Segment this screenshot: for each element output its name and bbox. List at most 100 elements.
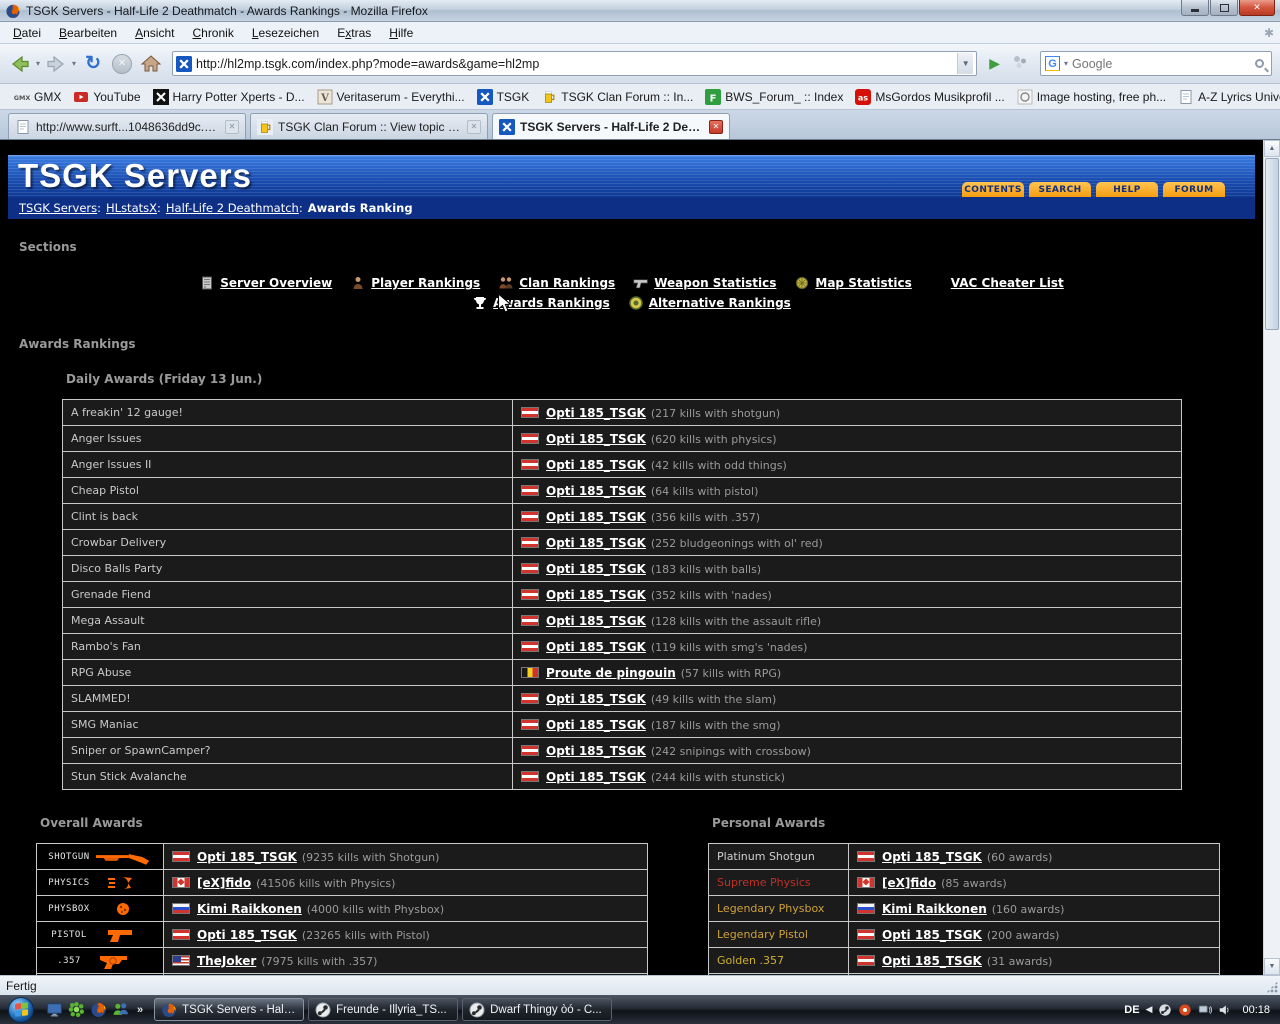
bookmark-item[interactable]: Image hosting, free ph... xyxy=(1011,87,1172,107)
player-link[interactable]: [eX]fido xyxy=(197,876,251,890)
browser-tab[interactable]: TSGK Clan Forum :: View topic - Pe... ✕ xyxy=(250,113,488,139)
browser-tab[interactable]: TSGK Servers - Half-Life 2 Death... ✕ xyxy=(492,113,730,139)
player-link[interactable]: Opti 185_TSGK xyxy=(546,510,646,524)
taskbar-clock[interactable]: 00:18 xyxy=(1242,1004,1270,1016)
network-tray-icon[interactable] xyxy=(1198,1003,1212,1017)
people-icon[interactable] xyxy=(112,1001,129,1018)
tab-close-icon[interactable]: ✕ xyxy=(467,120,481,134)
breadcrumb-item[interactable]: Awards Ranking xyxy=(308,201,418,215)
alert-tray-icon[interactable] xyxy=(1178,1003,1192,1017)
player-link[interactable]: Opti 185_TSGK xyxy=(197,928,297,942)
quicklaunch-overflow-chevron[interactable]: » xyxy=(134,1004,146,1016)
player-link[interactable]: Kimi Raikkonen xyxy=(197,902,302,916)
section-link[interactable]: Awards Rankings xyxy=(472,295,610,311)
tray-collapse-chevron-icon[interactable]: ◀ xyxy=(1146,1004,1153,1015)
player-link[interactable]: Opti 185_TSGK xyxy=(546,588,646,602)
url-dropdown-icon[interactable]: ▼ xyxy=(957,53,973,74)
player-link[interactable]: Opti 185_TSGK xyxy=(546,562,646,576)
search-engine-dropdown-icon[interactable]: ▾ xyxy=(1063,59,1069,68)
stop-button[interactable]: ✕ xyxy=(109,51,135,77)
volume-tray-icon[interactable] xyxy=(1218,1003,1232,1017)
player-link[interactable]: Opti 185_TSGK xyxy=(546,458,646,472)
bookmark-item[interactable]: as MsGordos Musikprofil ... xyxy=(849,87,1010,107)
bookmark-item[interactable]: YouTube xyxy=(67,87,146,107)
maximize-button[interactable] xyxy=(1210,0,1238,16)
steam-tray-icon[interactable] xyxy=(1158,1003,1172,1017)
player-link[interactable]: Opti 185_TSGK xyxy=(546,406,646,420)
menu-item[interactable]: Extras xyxy=(328,23,380,43)
section-link[interactable]: Alternative Rankings xyxy=(628,295,791,311)
menu-item[interactable]: Hilfe xyxy=(380,23,422,43)
tab-close-icon[interactable]: ✕ xyxy=(709,120,723,134)
taskbar-button[interactable]: Dwarf Thingy òó - C... xyxy=(462,998,612,1021)
url-input[interactable] xyxy=(196,57,953,71)
section-link[interactable]: Map Statistics xyxy=(794,275,911,291)
player-link[interactable]: Opti 185_TSGK xyxy=(546,484,646,498)
breadcrumb-label[interactable]: TSGK Servers xyxy=(19,201,97,215)
menu-item[interactable]: Lesezeichen xyxy=(243,23,328,43)
section-link[interactable]: Clan Rankings xyxy=(498,275,615,291)
player-link[interactable]: Opti 185_TSGK xyxy=(546,536,646,550)
home-button[interactable] xyxy=(138,51,164,77)
player-link[interactable]: [eX]fido xyxy=(882,876,936,890)
section-link-label[interactable]: VAC Cheater List xyxy=(951,276,1064,290)
player-link[interactable]: TheJoker xyxy=(197,954,256,968)
bookmark-item[interactable]: V Veritaserum - Everythi... xyxy=(311,87,471,107)
breadcrumb-label[interactable]: Awards Ranking xyxy=(308,201,413,215)
player-link[interactable]: Opti 185_TSGK xyxy=(882,928,982,942)
scrollbar-thumb[interactable] xyxy=(1265,158,1279,330)
monitor-icon[interactable] xyxy=(46,1001,63,1018)
url-bar[interactable]: ▼ xyxy=(172,51,977,76)
player-link[interactable]: Opti 185_TSGK xyxy=(546,718,646,732)
browser-tab[interactable]: http://www.surft...1048636dd9c.html ✕ xyxy=(8,113,246,139)
breadcrumb-item[interactable]: TSGK Servers: xyxy=(19,201,106,215)
section-link-label[interactable]: Map Statistics xyxy=(815,276,911,290)
section-link[interactable]: Player Rankings xyxy=(350,275,480,291)
close-button[interactable]: ✕ xyxy=(1239,0,1275,16)
search-box[interactable]: G ▾ xyxy=(1040,51,1272,76)
section-link-label[interactable]: Alternative Rankings xyxy=(649,296,791,310)
go-button[interactable]: ▶ xyxy=(985,55,1004,72)
section-link[interactable]: VAC Cheater List xyxy=(930,275,1064,291)
taskbar-button[interactable]: TSGK Servers - Half-... xyxy=(154,998,304,1021)
bookmark-item[interactable]: F BWS_Forum_ :: Index xyxy=(699,87,849,107)
section-link-label[interactable]: Weapon Statistics xyxy=(654,276,776,290)
section-link-label[interactable]: Player Rankings xyxy=(371,276,480,290)
player-link[interactable]: Opti 185_TSGK xyxy=(882,954,982,968)
forward-history-dropdown-icon[interactable]: ▾ xyxy=(71,59,77,68)
player-link[interactable]: Opti 185_TSGK xyxy=(546,744,646,758)
minimize-button[interactable] xyxy=(1181,0,1209,16)
bookmark-item[interactable]: A-Z Lyrics Universe xyxy=(1172,87,1280,107)
player-link[interactable]: Opti 185_TSGK xyxy=(546,692,646,706)
menu-item[interactable]: Bearbeiten xyxy=(50,23,126,43)
player-link[interactable]: Opti 185_TSGK xyxy=(882,850,982,864)
player-link[interactable]: Opti 185_TSGK xyxy=(197,850,297,864)
scroll-up-icon[interactable]: ▲ xyxy=(1264,140,1280,157)
firefox-icon[interactable] xyxy=(90,1001,107,1018)
search-icon[interactable] xyxy=(1255,59,1264,68)
resize-grip[interactable] xyxy=(1266,981,1278,993)
scroll-down-icon[interactable]: ▼ xyxy=(1264,958,1280,975)
breadcrumb-label[interactable]: HLstatsX xyxy=(106,201,157,215)
player-link[interactable]: Kimi Raikkonen xyxy=(882,902,987,916)
menu-item[interactable]: Ansicht xyxy=(126,23,183,43)
site-nav-button[interactable]: HELP xyxy=(1096,182,1158,197)
language-indicator[interactable]: DE xyxy=(1124,1004,1139,1016)
taskbar-button[interactable]: Freunde - Illyria_TS... xyxy=(308,998,458,1021)
breadcrumb-item[interactable]: Half-Life 2 Deathmatch: xyxy=(166,201,308,215)
player-link[interactable]: Opti 185_TSGK xyxy=(546,614,646,628)
player-link[interactable]: Proute de pingouin xyxy=(546,666,676,680)
site-nav-button[interactable]: CONTENTS xyxy=(962,182,1024,197)
bookmark-item[interactable]: TSGK xyxy=(471,87,536,107)
search-input[interactable] xyxy=(1072,57,1252,71)
bookmark-item[interactable]: Harry Potter Xperts - D... xyxy=(147,87,311,107)
breadcrumb-item[interactable]: HLstatsX: xyxy=(106,201,166,215)
bookmark-item[interactable]: GMX GMX xyxy=(8,87,67,107)
back-button[interactable] xyxy=(8,52,32,76)
player-link[interactable]: Opti 185_TSGK xyxy=(546,432,646,446)
icq-icon[interactable] xyxy=(68,1001,85,1018)
site-nav-button[interactable]: FORUM xyxy=(1163,182,1225,197)
section-link[interactable]: Weapon Statistics xyxy=(633,275,776,291)
menu-item[interactable]: Datei xyxy=(4,23,50,43)
section-link[interactable]: Server Overview xyxy=(199,275,332,291)
